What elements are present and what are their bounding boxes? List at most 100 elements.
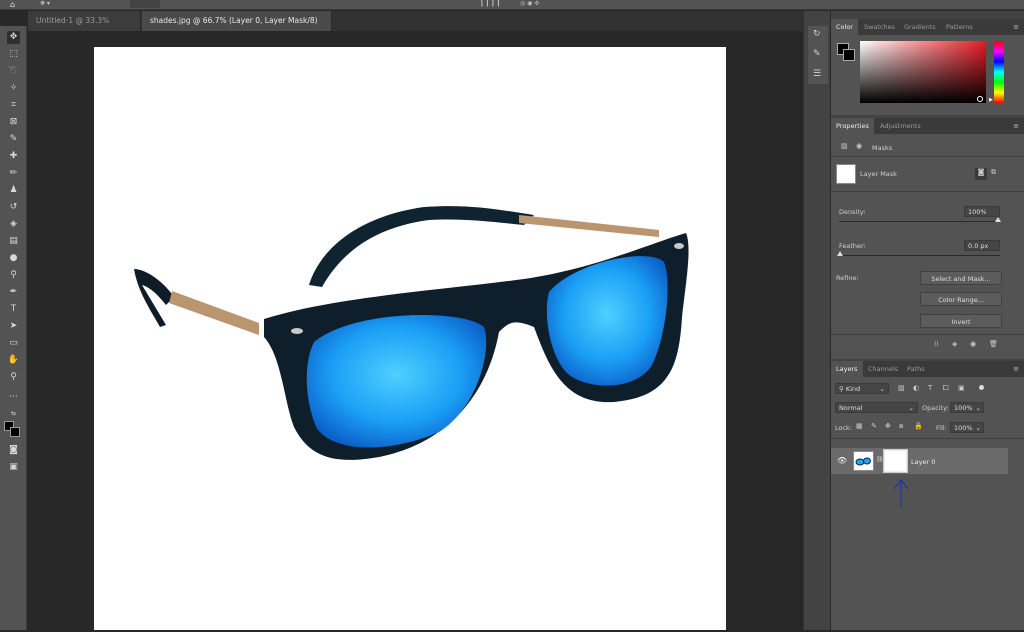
layer-row-layer-0[interactable]: 👁 ⛓ Layer 0 [831,448,1008,474]
rectangle-tool-icon[interactable]: ▭ [7,337,20,350]
tab-shades[interactable]: shades.jpg @ 66.7% (Layer 0, Layer Mask/… [142,11,332,45]
feather-slider-thumb[interactable] [837,251,843,256]
color-range-button[interactable]: Color Range... [920,292,1002,306]
right-panels: Color Swatches Gradients Patterns ≡ ▶ Pr… [831,11,1024,630]
path-selection-icon[interactable]: ➤ [7,320,20,333]
load-selection-icon[interactable]: ⁞⁞ [934,340,938,348]
tab-adjustments[interactable]: Adjustments [875,118,926,134]
filter-type-icon[interactable]: T [928,384,932,392]
crop-tool-icon[interactable]: ⌗ [7,99,20,112]
select-pixel-mask-icon[interactable]: ◙ [975,168,987,180]
move-tool-option-icon[interactable]: ✥ ▾ [40,0,50,8]
align-icons[interactable]: ┃ ┃ ┃ ┃ [480,0,500,8]
zoom-tool-icon[interactable]: ⚲ [7,371,20,384]
vector-mask-icon[interactable]: ◉ [856,142,862,150]
add-vector-mask-icon[interactable]: ⧉ [991,168,996,177]
divider [831,334,1024,335]
layer-thumbnail[interactable] [853,451,874,471]
background-color-chip[interactable] [843,49,855,61]
tab-layers[interactable]: Layers [831,361,863,377]
select-and-mask-button[interactable]: Select and Mask... [920,271,1002,285]
adjustments-sliders-icon[interactable]: ☰ [813,69,821,79]
filter-adjustment-icon[interactable]: ◐ [913,384,919,392]
density-slider-thumb[interactable] [995,217,1001,222]
color-picker-cursor[interactable] [977,96,983,102]
visibility-icon[interactable]: ◉ [970,340,976,348]
swap-colors-icon[interactable]: ⇆ [7,407,20,420]
tab-properties[interactable]: Properties [831,118,874,134]
lock-artboard-icon[interactable]: ⧈ [899,422,903,431]
filter-shape-icon[interactable]: ⧠ [943,384,949,393]
tab-patterns[interactable]: Patterns [941,19,978,35]
tab-paths[interactable]: Paths [902,361,930,377]
delete-mask-icon[interactable]: 🗑 [989,340,998,348]
dodge-tool-icon[interactable]: ⚲ [7,269,20,282]
blur-tool-icon[interactable]: ● [7,252,20,265]
filter-smart-object-icon[interactable]: ▣ [958,384,965,392]
chevron-down-icon: ⌄ [879,385,885,393]
marquee-tool-icon[interactable]: ⬚ [7,48,20,61]
lock-position-icon[interactable]: ✥ [885,422,891,430]
tab-color[interactable]: Color [831,19,858,35]
apply-mask-icon[interactable]: ◈ [952,340,957,348]
feather-slider[interactable] [839,255,1000,256]
auto-select-dropdown[interactable] [130,0,160,8]
density-label: Density: [839,208,866,216]
quick-mask-icon[interactable]: ◙ [7,444,20,457]
lock-all-icon[interactable]: 🔒 [914,422,923,430]
magic-wand-icon[interactable]: ✧ [7,82,20,95]
eye-visibility-icon[interactable]: 👁 [837,456,847,465]
panel-menu-icon[interactable]: ≡ [1013,23,1019,31]
feather-input[interactable]: 0.0 px [964,240,1000,251]
tab-swatches[interactable]: Swatches [859,19,900,35]
color-field[interactable] [860,41,986,103]
blend-mode-dropdown[interactable]: Normal ⌄ [835,402,918,413]
transform-controls-checkbox[interactable] [170,0,250,8]
healing-brush-icon[interactable]: ✚ [7,150,20,163]
filter-kind-dropdown[interactable]: ⚲ Kind ⌄ [835,383,889,394]
density-input[interactable]: 100% [964,206,1000,217]
lock-transparent-icon[interactable]: ▦ [856,422,863,430]
stamp-tool-icon[interactable]: ♟ [7,184,20,197]
tab-gradients[interactable]: Gradients [899,19,941,35]
hand-tool-icon[interactable]: ✋ [7,354,20,367]
pen-tool-icon[interactable]: ✒ [7,286,20,299]
gradient-tool-icon[interactable]: ▤ [7,235,20,248]
density-slider[interactable] [839,221,1000,222]
brush-tool-icon[interactable]: ✏ [7,167,20,180]
invert-button[interactable]: Invert [920,314,1002,328]
panel-menu-icon[interactable]: ≡ [1013,365,1019,373]
filter-kind-label: Kind [845,385,861,393]
layer-mask-thumbnail-selected[interactable] [883,449,908,473]
chevron-down-icon: ⌄ [975,404,981,412]
history-brush-icon[interactable]: ↺ [7,201,20,214]
tools-panel: ✥ ⬚ ➰ ✧ ⌗ ⊠ ✎ ✚ ✏ ♟ ↺ ◈ ▤ ● ⚲ ✒ T ➤ ▭ ✋ … [0,26,27,630]
home-icon[interactable]: ⌂ [10,0,20,9]
brush-settings-icon[interactable]: ✎ [813,49,821,59]
more-tools-icon[interactable]: ··· [7,391,20,404]
move-tool-icon[interactable]: ✥ [7,31,20,44]
type-tool-icon[interactable]: T [7,303,20,316]
filter-pixel-icon[interactable]: ▨ [898,384,905,392]
lasso-tool-icon[interactable]: ➰ [7,65,20,78]
frame-tool-icon[interactable]: ⊠ [7,116,20,129]
eraser-tool-icon[interactable]: ◈ [7,218,20,231]
refine-label: Refine: [836,274,859,282]
tab-untitled-1[interactable]: Untitled-1 @ 33.3% (RGB/8)× [28,11,141,45]
history-icon[interactable]: ↻ [813,29,821,39]
filter-toggle-icon[interactable] [979,385,984,390]
lock-label: Lock: [835,424,853,432]
link-icon[interactable]: ⛓ [876,456,884,463]
panel-menu-icon[interactable]: ≡ [1013,122,1019,130]
3d-mode-icons[interactable]: ◎ ◉ ✣ [520,0,539,8]
tab-channels[interactable]: Channels [863,361,903,377]
lock-image-icon[interactable]: ✎ [871,422,877,430]
screen-mode-icon[interactable]: ▣ [7,461,20,474]
eyedropper-icon[interactable]: ✎ [7,133,20,146]
fill-input[interactable]: 100% ⌄ [950,422,984,433]
background-color-swatch[interactable] [10,427,20,437]
document-canvas[interactable] [94,47,726,630]
opacity-input[interactable]: 100% ⌄ [950,402,984,413]
pixel-mask-icon[interactable]: ▨ [841,142,848,150]
hue-slider[interactable] [994,41,1004,103]
